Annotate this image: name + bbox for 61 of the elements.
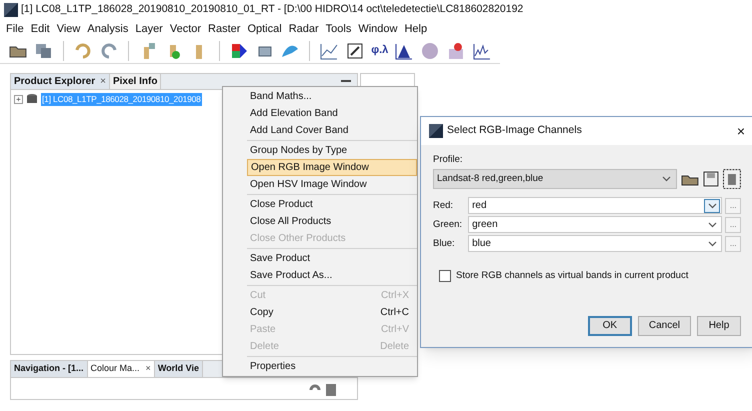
menu-item[interactable]: File bbox=[6, 20, 24, 38]
product-icon bbox=[25, 93, 39, 106]
menu-item[interactable]: Open HSV Image Window bbox=[247, 176, 417, 193]
menu-item[interactable]: Group Nodes by Type bbox=[247, 142, 417, 159]
close-icon[interactable]: × bbox=[146, 362, 151, 376]
menu-item[interactable]: Radar bbox=[288, 20, 319, 38]
panel-tab[interactable]: Pixel Info bbox=[110, 74, 162, 89]
profile-label: Profile: bbox=[433, 153, 464, 167]
menu-item[interactable]: Analysis bbox=[87, 20, 128, 38]
panel-tab[interactable]: World Vie bbox=[154, 361, 203, 377]
minimize-icon[interactable] bbox=[341, 80, 351, 84]
pencil-box-icon[interactable] bbox=[345, 40, 366, 60]
menu-item[interactable]: Raster bbox=[208, 20, 240, 38]
channel-dropdown[interactable]: red bbox=[468, 197, 722, 214]
dialog-title: Select RGB-Image Channels bbox=[447, 123, 582, 138]
menu-item[interactable]: Save Product As... bbox=[247, 267, 417, 284]
menu-item[interactable]: Edit bbox=[30, 20, 50, 38]
menu-item[interactable]: Properties bbox=[247, 358, 417, 375]
channel-dropdown[interactable]: blue bbox=[468, 235, 722, 252]
profile-dropdown[interactable]: Landsat-8 red,green,blue bbox=[433, 169, 678, 190]
dropdown-caret-icon[interactable] bbox=[704, 198, 720, 213]
dialog-button[interactable]: OK bbox=[588, 316, 632, 336]
channel-dropdown[interactable]: green bbox=[468, 216, 722, 234]
window-title: [1] LC08_L1TP_186028_20190810_20190810_01_RT - [D:\00 HIDRO\14 oct\teledetectie\LC818602820192 bbox=[21, 2, 524, 18]
expand-toggle[interactable]: + bbox=[14, 94, 23, 104]
checkbox[interactable] bbox=[439, 270, 451, 282]
menu-item[interactable]: Window bbox=[358, 20, 398, 38]
channel-label: Green: bbox=[433, 218, 464, 232]
dialog-button[interactable]: Help bbox=[697, 316, 741, 336]
save-icon[interactable] bbox=[703, 171, 720, 188]
menu-item[interactable]: Copy Ctrl+C bbox=[247, 304, 417, 321]
panel-tab[interactable]: Product Explorer × bbox=[11, 74, 110, 89]
menu-item[interactable]: Layer bbox=[135, 20, 163, 38]
browse-button[interactable]: ... bbox=[725, 216, 741, 233]
dialog-button[interactable]: Cancel bbox=[638, 316, 691, 336]
checkbox-label: Store RGB channels as virtual bands in current product bbox=[456, 269, 688, 284]
menu-item[interactable]: Close All Products bbox=[247, 213, 417, 230]
panel-tab[interactable]: Navigation - [1... bbox=[11, 361, 88, 377]
app-icon bbox=[429, 124, 443, 138]
menu-item[interactable]: Open RGB Image Window bbox=[247, 159, 417, 176]
menu-item[interactable]: Optical bbox=[247, 20, 282, 38]
browse-button[interactable]: ... bbox=[725, 236, 741, 252]
menu-item[interactable]: Add Elevation Band bbox=[247, 105, 417, 122]
menu-item[interactable]: Help bbox=[404, 20, 428, 38]
menu-item[interactable]: Tools bbox=[326, 20, 352, 38]
channel-label: Red: bbox=[433, 198, 454, 213]
redo-icon[interactable] bbox=[98, 40, 119, 60]
menu-item[interactable]: View bbox=[56, 20, 80, 38]
channel-label: Blue: bbox=[433, 236, 456, 251]
menu-item[interactable]: Vector bbox=[170, 20, 202, 38]
browse-button[interactable]: ... bbox=[725, 198, 741, 214]
geo-coding-button[interactable]: φ.λ bbox=[371, 42, 388, 59]
close-icon[interactable]: × bbox=[100, 74, 106, 89]
app-icon bbox=[4, 3, 18, 17]
menu-item[interactable]: Close Product bbox=[247, 196, 417, 213]
trash-icon[interactable] bbox=[723, 169, 741, 190]
menu-item[interactable]: Add Land Cover Band bbox=[247, 122, 417, 139]
close-button[interactable]: × bbox=[736, 120, 745, 142]
menu-item[interactable]: Save Product bbox=[247, 250, 417, 267]
menu-item[interactable]: Band Maths... bbox=[247, 88, 417, 105]
panel-tab[interactable]: Colour Ma... × bbox=[88, 361, 155, 377]
